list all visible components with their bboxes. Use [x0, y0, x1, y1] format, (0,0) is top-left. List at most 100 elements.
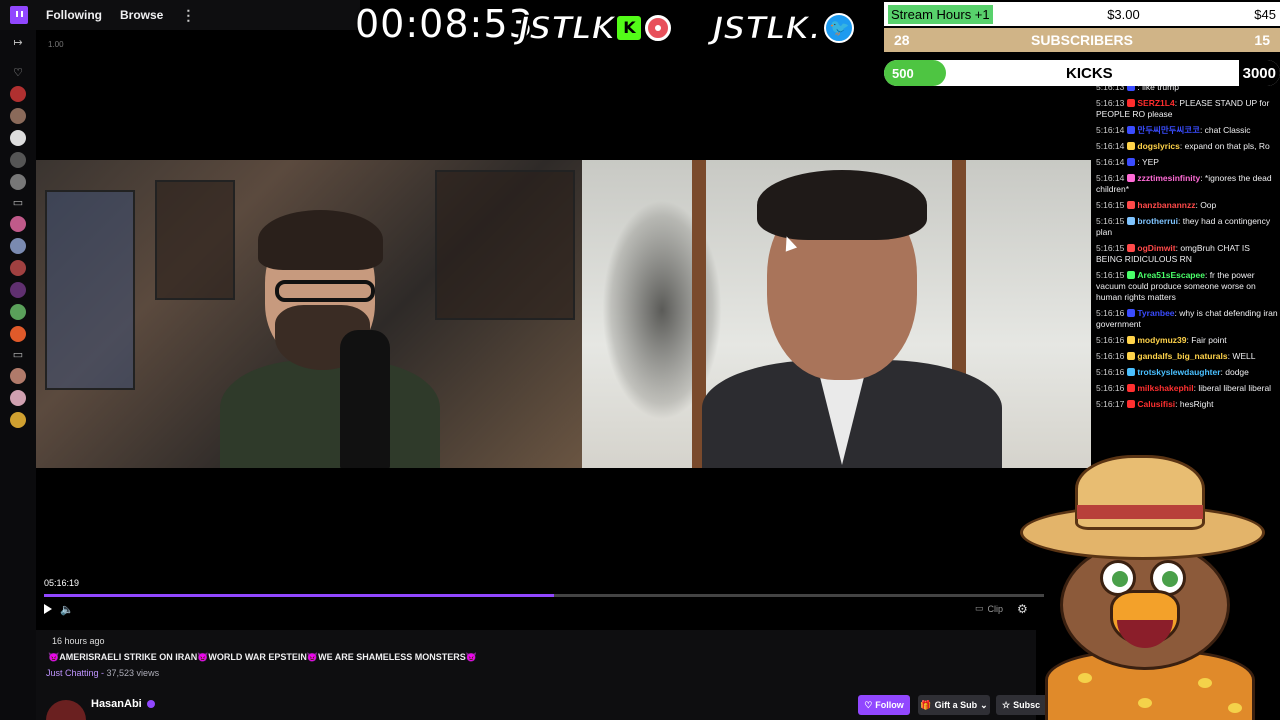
subs-current: 28	[894, 32, 910, 48]
streamer-webcam	[35, 160, 582, 468]
gift-sub-button[interactable]: 🎁 Gift a Sub ⌄	[918, 695, 990, 715]
channel-avatar[interactable]	[10, 390, 26, 406]
clip-button[interactable]: ▭ Clip	[975, 603, 1003, 614]
category-link[interactable]: Just Chatting	[46, 668, 99, 678]
clip-label: Clip	[987, 603, 1004, 614]
follow-button[interactable]: ♡ Follow	[858, 695, 910, 715]
chat-timestamp: 5:16:16	[1096, 383, 1125, 393]
nav-browse[interactable]: Browse	[120, 8, 163, 22]
chat-text: : dodge	[1220, 367, 1249, 377]
channel-avatar[interactable]	[10, 282, 26, 298]
nav-following[interactable]: Following	[46, 8, 102, 22]
star-icon: ☆	[1002, 699, 1011, 710]
chat-message: 5:16:15 ogDimwit: omgBruh CHAT IS BEING R…	[1096, 243, 1278, 265]
chat-message: 5:16:14 만두씨만두씨코코: chat Classic	[1096, 125, 1278, 136]
chat-badge-icon	[1127, 368, 1136, 376]
streamer-name-row: HasanAbi	[91, 698, 155, 710]
view-count: 37,523 views	[106, 668, 160, 678]
chat-timestamp: 5:16:14	[1096, 173, 1125, 183]
chat-badge-icon	[1127, 271, 1136, 279]
collapse-arrow-icon[interactable]: ↦	[11, 36, 25, 50]
heart-icon: ♡	[864, 699, 873, 710]
channel-avatar[interactable]	[10, 260, 26, 276]
chat-username[interactable]: SERZ1L4	[1137, 98, 1174, 108]
more-vertical-icon[interactable]: ⋮	[181, 7, 195, 24]
chat-message: 5:16:15 brotherrui: they had a contingenc…	[1096, 216, 1278, 238]
chat-text: : expand on that pls, Ro	[1179, 141, 1270, 151]
channel-avatar[interactable]	[10, 130, 26, 146]
vod-age: 16 hours ago	[52, 636, 105, 646]
kicks-label: KICKS	[1066, 64, 1113, 82]
chat-username[interactable]: modymuz39	[1137, 335, 1186, 345]
chat-timestamp: 5:16:15	[1096, 200, 1125, 210]
overlay-brand-twitter: JSTLK . 🐦	[711, 8, 855, 48]
chat-message: 5:16:16 trotskyslewdaughter: dodge	[1096, 367, 1278, 378]
chat-badge-icon	[1127, 309, 1136, 317]
chat-badge-icon	[1127, 400, 1136, 408]
kick-logo-icon: K	[616, 16, 641, 40]
channel-avatar[interactable]	[10, 304, 26, 320]
microphone	[340, 330, 390, 468]
streamer-name[interactable]: HasanAbi	[91, 698, 142, 710]
kicks-target: 3000	[1238, 60, 1280, 86]
channel-avatar[interactable]	[10, 174, 26, 190]
followed-channels-rail: ↦ ♡ ▭ ▭	[0, 30, 36, 720]
chat-timestamp: 5:16:16	[1096, 367, 1125, 377]
volume-icon[interactable]: 🔈	[60, 603, 74, 616]
chat-username[interactable]: hanzbanannzz	[1137, 200, 1195, 210]
chat-timestamp: 5:16:15	[1096, 270, 1125, 280]
vod-timestamp: 05:16:19	[44, 578, 80, 588]
channel-avatar[interactable]	[10, 368, 26, 384]
guest-webcam	[582, 160, 1091, 468]
goals-panel: Stream Hours +1 $3.00 $45 28 SUBSCRIBERS…	[884, 2, 1280, 86]
stream-hours-goal: Stream Hours +1 $3.00 $45	[884, 2, 1280, 26]
chat-badge-icon	[1127, 217, 1136, 225]
chat-message: 5:16:17 Calusifisi: hesRight	[1096, 399, 1278, 410]
chat-badge-icon	[1127, 174, 1136, 182]
chat-message: 5:16:16 Tyranbee: why is chat defending i…	[1096, 308, 1278, 330]
chat-badge-icon	[1127, 336, 1136, 344]
chat-badge-icon	[1127, 158, 1136, 166]
chat-timestamp: 5:16:16	[1096, 335, 1125, 345]
play-icon[interactable]	[44, 604, 52, 614]
chat-username[interactable]: ogDimwit	[1137, 243, 1175, 253]
chat-username[interactable]: trotskyslewdaughter	[1137, 367, 1220, 377]
chat-badge-icon	[1127, 126, 1136, 134]
chat-username[interactable]: milkshakephil	[1137, 383, 1193, 393]
chevron-down-icon: ⌄	[980, 699, 988, 710]
channel-avatar[interactable]	[10, 216, 26, 232]
channel-avatar[interactable]	[10, 238, 26, 254]
channel-avatar[interactable]	[10, 152, 26, 168]
overlay-brand-text: JSTLK	[711, 8, 811, 48]
chat-username[interactable]: gandalfs_big_naturals	[1137, 351, 1227, 361]
subscribers-goal: 28 SUBSCRIBERS 15	[884, 28, 1280, 52]
chat-username[interactable]: Calusifisi	[1137, 399, 1175, 409]
chat-timestamp: 5:16:14	[1096, 125, 1125, 135]
chat-username[interactable]: 만두씨만두씨코코	[1137, 125, 1200, 135]
chat-username[interactable]: brotherrui	[1137, 216, 1178, 226]
channel-avatar[interactable]	[10, 86, 26, 102]
follow-label: Follow	[875, 700, 904, 710]
channel-avatar[interactable]	[10, 326, 26, 342]
chat-username[interactable]: zzztimesinfinity	[1137, 173, 1200, 183]
channel-avatar[interactable]	[10, 108, 26, 124]
chat-username[interactable]: dogslyrics	[1137, 141, 1180, 151]
channel-avatar[interactable]	[10, 412, 26, 428]
seek-bar[interactable]	[44, 594, 1044, 597]
camera-icon: ▭	[12, 197, 24, 209]
stream-hours-target: $45	[1254, 6, 1276, 22]
stream-title: 👿AMERISRAELI STRIKE ON IRAN👿WORLD WAR EP…	[48, 652, 478, 662]
record-icon	[644, 15, 671, 41]
chat-text: : Fair point	[1186, 335, 1227, 345]
chat-username[interactable]: Area51sEscapee	[1137, 270, 1205, 280]
twitch-logo-icon[interactable]	[10, 6, 28, 24]
overlay-brand-kick: JSTLK K	[517, 8, 671, 48]
chat-timestamp: 5:16:17	[1096, 399, 1125, 409]
chat-message: 5:16:16 gandalfs_big_naturals: WELL	[1096, 351, 1278, 362]
heart-icon: ♡	[13, 67, 23, 79]
chat-message: 5:16:13 SERZ1L4: PLEASE STAND UP for PEOP…	[1096, 98, 1278, 120]
chat-timestamp: 5:16:14	[1096, 157, 1125, 167]
chat-timestamp: 5:16:13	[1096, 98, 1125, 108]
chat-username[interactable]: Tyranbee	[1137, 308, 1174, 318]
chat-message: 5:16:14 dogslyrics: expand on that pls, R…	[1096, 141, 1278, 152]
